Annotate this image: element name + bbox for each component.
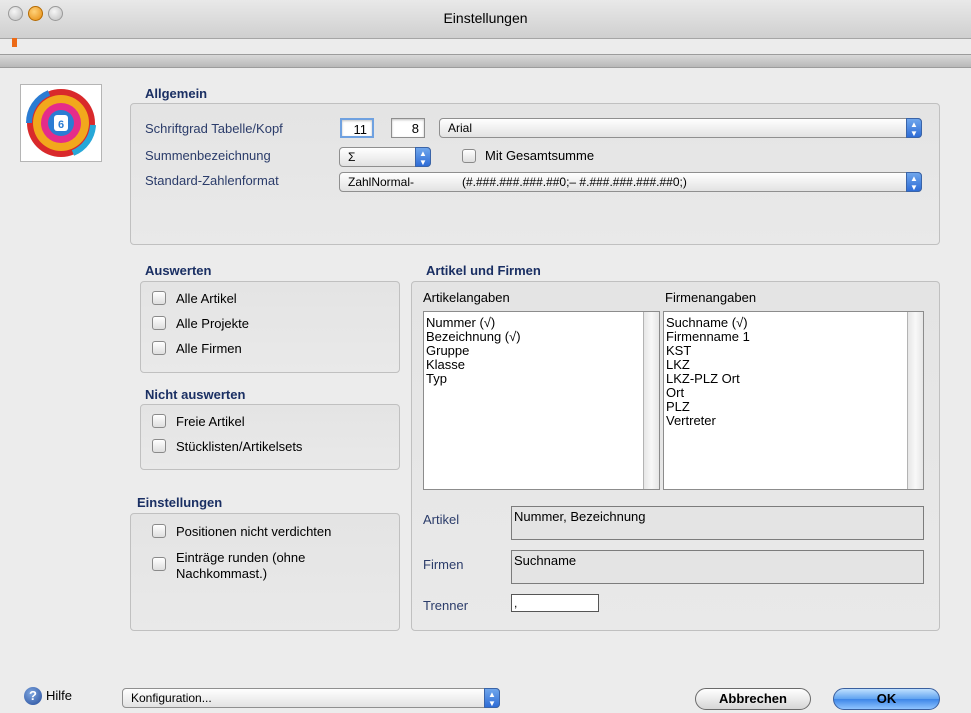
firmen-label: Firmen [423, 557, 464, 572]
font-family-select[interactable]: Arial ▲ ▼ [439, 118, 922, 138]
trenner-field[interactable]: , [511, 594, 599, 612]
up-down-arrow-icon: ▲ ▼ [906, 172, 922, 192]
stuecklisten-label: Stücklisten/Artikelsets [176, 439, 303, 454]
summen-select[interactable]: Σ ▲ ▼ [339, 147, 431, 167]
list-item[interactable]: Ort [666, 386, 923, 400]
firmen-value-field: Suchname [511, 550, 924, 584]
list-item[interactable]: Gruppe [426, 344, 659, 358]
alle-projekte-label: Alle Projekte [176, 316, 249, 331]
list-item[interactable]: KST [666, 344, 923, 358]
section-allgemein-title: Allgemein [145, 86, 208, 101]
help-label[interactable]: Hilfe [46, 688, 72, 703]
alle-artikel-checkbox[interactable] [152, 291, 166, 305]
section-artikel-firmen-title: Artikel und Firmen [426, 263, 541, 278]
artikel-list: Nummer (√) Bezeichnung (√) Gruppe Klasse… [424, 312, 659, 386]
list-item[interactable]: Firmenname 1 [666, 330, 923, 344]
alle-firmen-label: Alle Firmen [176, 341, 242, 356]
schriftgrad-label: Schriftgrad Tabelle/Kopf [145, 121, 283, 136]
runden-label-line1: Einträge runden (ohne [176, 550, 306, 565]
help-icon[interactable]: ? [24, 687, 42, 705]
alle-artikel-label: Alle Artikel [176, 291, 237, 306]
stuecklisten-checkbox[interactable] [152, 439, 166, 453]
list-item[interactable]: Klasse [426, 358, 659, 372]
artikel-scrollbar[interactable] [643, 312, 659, 489]
artikel-listbox[interactable]: Nummer (√) Bezeichnung (√) Gruppe Klasse… [423, 311, 660, 490]
artikelangaben-header: Artikelangaben [423, 290, 510, 305]
freie-artikel-label: Freie Artikel [176, 414, 245, 429]
list-item[interactable]: LKZ [666, 358, 923, 372]
firmen-scrollbar[interactable] [907, 312, 923, 489]
up-down-arrow-icon: ▲ ▼ [906, 118, 922, 138]
list-item[interactable]: Nummer (√) [426, 316, 659, 330]
konfiguration-select[interactable]: Konfiguration... ▲ ▼ [122, 688, 500, 708]
konfiguration-value: Konfiguration... [131, 691, 212, 705]
runden-label: Einträge runden (ohne Nachkommast.) [176, 550, 305, 582]
gesamtsumme-checkbox[interactable] [462, 149, 476, 163]
font-family-value: Arial [448, 121, 473, 135]
font-size-head-field[interactable]: 8 [391, 118, 425, 138]
alle-projekte-checkbox[interactable] [152, 316, 166, 330]
gesamtsumme-label: Mit Gesamtsumme [485, 148, 595, 163]
zahlenformat-select[interactable]: ZahlNormal- (#.###.###.###.##0;– #.###.#… [339, 172, 922, 192]
firmen-list: Suchname (√) Firmenname 1 KST LKZ LKZ-PL… [664, 312, 923, 428]
artikel-label: Artikel [423, 512, 460, 527]
ok-button[interactable]: OK [833, 688, 940, 710]
list-item[interactable]: Suchname (√) [666, 316, 923, 330]
runden-label-line2: Nachkommast.) [176, 566, 268, 581]
font-size-table-field[interactable]: 11 [340, 118, 374, 138]
summen-value: Σ [348, 150, 356, 164]
section-einstellungen-title: Einstellungen [137, 495, 223, 510]
zahlenformat-label: Standard-Zahlenformat [145, 173, 279, 188]
cancel-button[interactable]: Abbrechen [695, 688, 811, 710]
app-logo: 6 [20, 84, 102, 162]
section-auswerten-title: Auswerten [145, 263, 212, 278]
list-item[interactable]: Bezeichnung (√) [426, 330, 659, 344]
alle-firmen-checkbox[interactable] [152, 341, 166, 355]
summenbezeichnung-label: Summenbezeichnung [145, 148, 271, 163]
progress-accent [12, 38, 17, 47]
list-item[interactable]: Typ [426, 372, 659, 386]
up-down-arrow-icon: ▲ ▼ [415, 147, 431, 167]
positionen-label: Positionen nicht verdichten [176, 524, 332, 539]
artikel-value-field: Nummer, Bezeichnung [511, 506, 924, 540]
zahlenformat-name: ZahlNormal- [348, 175, 415, 189]
list-item[interactable]: PLZ [666, 400, 923, 414]
list-item[interactable]: Vertreter [666, 414, 923, 428]
zahlenformat-pattern: (#.###.###.###.##0;– #.###.###.###.##0;) [462, 175, 687, 189]
firmenangaben-header: Firmenangaben [665, 290, 757, 305]
app-logo-icon: 6 [25, 89, 96, 157]
freie-artikel-checkbox[interactable] [152, 414, 166, 428]
positionen-checkbox[interactable] [152, 524, 166, 538]
section-nicht-auswerten-title: Nicht auswerten [145, 387, 246, 402]
runden-checkbox[interactable] [152, 557, 166, 571]
toolbar-strip [0, 54, 971, 68]
list-item[interactable]: LKZ-PLZ Ort [666, 372, 923, 386]
trenner-label: Trenner [423, 598, 469, 613]
window-title: Einstellungen [443, 10, 528, 26]
title-bar: Einstellungen [0, 0, 971, 39]
svg-text:6: 6 [58, 119, 64, 131]
up-down-arrow-icon: ▲ ▼ [484, 688, 500, 708]
firmen-listbox[interactable]: Suchname (√) Firmenname 1 KST LKZ LKZ-PL… [663, 311, 924, 490]
